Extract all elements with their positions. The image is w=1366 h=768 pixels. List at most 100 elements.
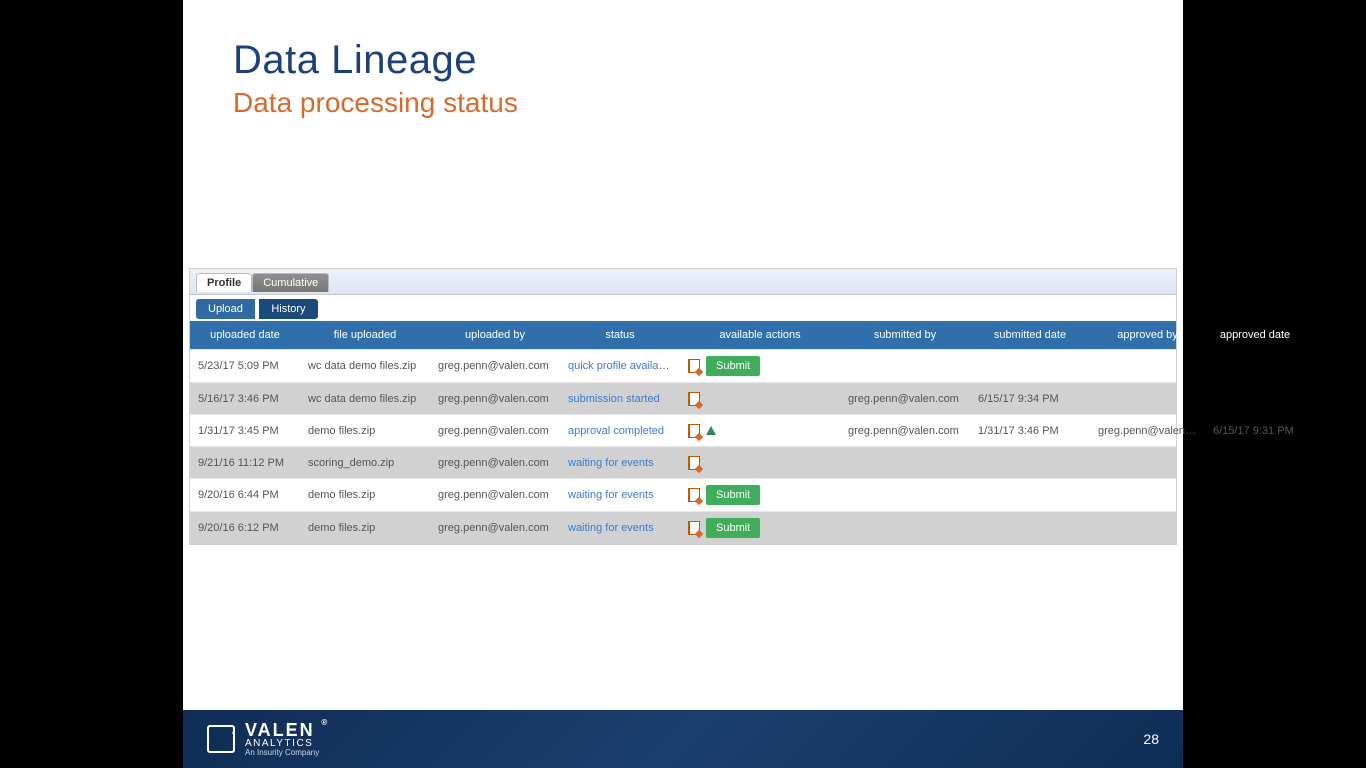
cell-submitted-date: [970, 489, 1090, 501]
cell-uploaded-by: greg.penn@valen.com: [430, 387, 560, 411]
cell-status: submission started: [560, 387, 680, 411]
cell-uploaded-date: 9/20/16 6:44 PM: [190, 483, 300, 507]
col-submitted-date: submitted date: [970, 329, 1090, 341]
cell-status: waiting for events: [560, 451, 680, 475]
col-approved-by: approved by: [1090, 329, 1205, 341]
cell-approved-by: [1090, 393, 1205, 405]
col-status: status: [560, 329, 680, 341]
cell-approved-date: [1205, 393, 1305, 405]
cell-actions: [680, 418, 840, 444]
approve-icon[interactable]: [706, 426, 716, 435]
slide-subtitle: Data processing status: [233, 87, 518, 119]
cell-submitted-by: greg.penn@valen.com: [840, 387, 970, 411]
cell-submitted-date: [970, 457, 1090, 469]
cell-uploaded-by: greg.penn@valen.com: [430, 516, 560, 540]
table-header: uploaded date file uploaded uploaded by …: [190, 321, 1176, 349]
slide-title: Data Lineage: [233, 38, 518, 83]
cell-status: approval completed: [560, 419, 680, 443]
edit-icon[interactable]: [688, 392, 700, 406]
edit-icon[interactable]: [688, 424, 700, 438]
cell-status: quick profile available: [560, 354, 680, 378]
submit-button[interactable]: Submit: [706, 518, 760, 538]
status-link[interactable]: waiting for events: [568, 522, 654, 534]
cell-uploaded-by: greg.penn@valen.com: [430, 483, 560, 507]
edit-icon[interactable]: [688, 456, 700, 470]
cell-submitted-date: 1/31/17 3:46 PM: [970, 419, 1090, 443]
data-processing-app: Profile Cumulative Upload History upload…: [189, 268, 1177, 545]
cell-actions: [680, 386, 840, 412]
table-row: 9/20/16 6:44 PMdemo files.zipgreg.penn@v…: [190, 478, 1176, 511]
cell-approved-date: [1205, 489, 1305, 501]
brand-name: VALEN®: [245, 721, 319, 739]
col-approved-date: approved date: [1205, 329, 1305, 341]
cell-approved-date: [1205, 522, 1305, 534]
cell-submitted-date: [970, 522, 1090, 534]
cell-approved-by: [1090, 522, 1205, 534]
cell-submitted-by: [840, 522, 970, 534]
submit-button[interactable]: Submit: [706, 485, 760, 505]
cell-file-uploaded: scoring_demo.zip: [300, 451, 430, 475]
subtab-history[interactable]: History: [259, 299, 317, 319]
cell-uploaded-by: greg.penn@valen.com: [430, 419, 560, 443]
table-row: 9/20/16 6:12 PMdemo files.zipgreg.penn@v…: [190, 511, 1176, 544]
tab-cumulative[interactable]: Cumulative: [252, 273, 329, 292]
slide-footer: VALEN® ANALYTICS An Insurity Company 28: [183, 710, 1183, 768]
logo-text: VALEN® ANALYTICS An Insurity Company: [245, 721, 319, 757]
status-link[interactable]: quick profile available: [568, 360, 673, 372]
status-link[interactable]: waiting for events: [568, 489, 654, 501]
slide: Data Lineage Data processing status Prof…: [183, 0, 1183, 768]
col-uploaded-date: uploaded date: [190, 329, 300, 341]
brand-byline: An Insurity Company: [245, 749, 319, 757]
cell-file-uploaded: demo files.zip: [300, 516, 430, 540]
table-row: 5/23/17 5:09 PMwc data demo files.zipgre…: [190, 349, 1176, 382]
cell-uploaded-date: 5/23/17 5:09 PM: [190, 354, 300, 378]
table-body: 5/23/17 5:09 PMwc data demo files.zipgre…: [190, 349, 1176, 544]
cell-approved-by: greg.penn@valen.com: [1090, 419, 1205, 443]
top-tabbar: Profile Cumulative: [190, 269, 1176, 295]
submit-button[interactable]: Submit: [706, 356, 760, 376]
sub-tabbar: Upload History: [190, 295, 1176, 321]
cell-submitted-by: [840, 457, 970, 469]
cell-file-uploaded: demo files.zip: [300, 483, 430, 507]
table-row: 5/16/17 3:46 PMwc data demo files.zipgre…: [190, 382, 1176, 414]
edit-icon[interactable]: [688, 488, 700, 502]
brand-reg: ®: [321, 719, 329, 727]
cell-file-uploaded: wc data demo files.zip: [300, 387, 430, 411]
cell-approved-date: [1205, 457, 1305, 469]
cell-uploaded-by: greg.penn@valen.com: [430, 451, 560, 475]
cell-uploaded-date: 9/21/16 11:12 PM: [190, 451, 300, 475]
cell-status: waiting for events: [560, 483, 680, 507]
edit-icon[interactable]: [688, 521, 700, 535]
status-link[interactable]: approval completed: [568, 425, 664, 437]
cell-actions: Submit: [680, 479, 840, 511]
cell-file-uploaded: demo files.zip: [300, 419, 430, 443]
cell-submitted-by: [840, 360, 970, 372]
page-number: 28: [1143, 731, 1159, 747]
col-file-uploaded: file uploaded: [300, 329, 430, 341]
cell-submitted-by: [840, 489, 970, 501]
col-available-actions: available actions: [680, 329, 840, 341]
presentation-stage: Data Lineage Data processing status Prof…: [0, 0, 1366, 768]
cell-approved-by: [1090, 457, 1205, 469]
cell-approved-date: [1205, 360, 1305, 372]
cell-approved-date: 6/15/17 9:31 PM: [1205, 419, 1305, 443]
cell-submitted-date: [970, 360, 1090, 372]
cell-status: waiting for events: [560, 516, 680, 540]
logo-mark-icon: [207, 725, 235, 753]
cell-uploaded-by: greg.penn@valen.com: [430, 354, 560, 378]
cell-file-uploaded: wc data demo files.zip: [300, 354, 430, 378]
title-block: Data Lineage Data processing status: [233, 38, 518, 119]
cell-uploaded-date: 1/31/17 3:45 PM: [190, 419, 300, 443]
cell-uploaded-date: 9/20/16 6:12 PM: [190, 516, 300, 540]
edit-icon[interactable]: [688, 359, 700, 373]
cell-actions: [680, 450, 840, 476]
col-uploaded-by: uploaded by: [430, 329, 560, 341]
tab-profile[interactable]: Profile: [196, 273, 252, 292]
status-link[interactable]: waiting for events: [568, 457, 654, 469]
cell-approved-by: [1090, 489, 1205, 501]
brand-logo: VALEN® ANALYTICS An Insurity Company: [207, 721, 319, 757]
cell-approved-by: [1090, 360, 1205, 372]
subtab-upload[interactable]: Upload: [196, 299, 255, 319]
status-link[interactable]: submission started: [568, 393, 660, 405]
cell-actions: Submit: [680, 350, 840, 382]
